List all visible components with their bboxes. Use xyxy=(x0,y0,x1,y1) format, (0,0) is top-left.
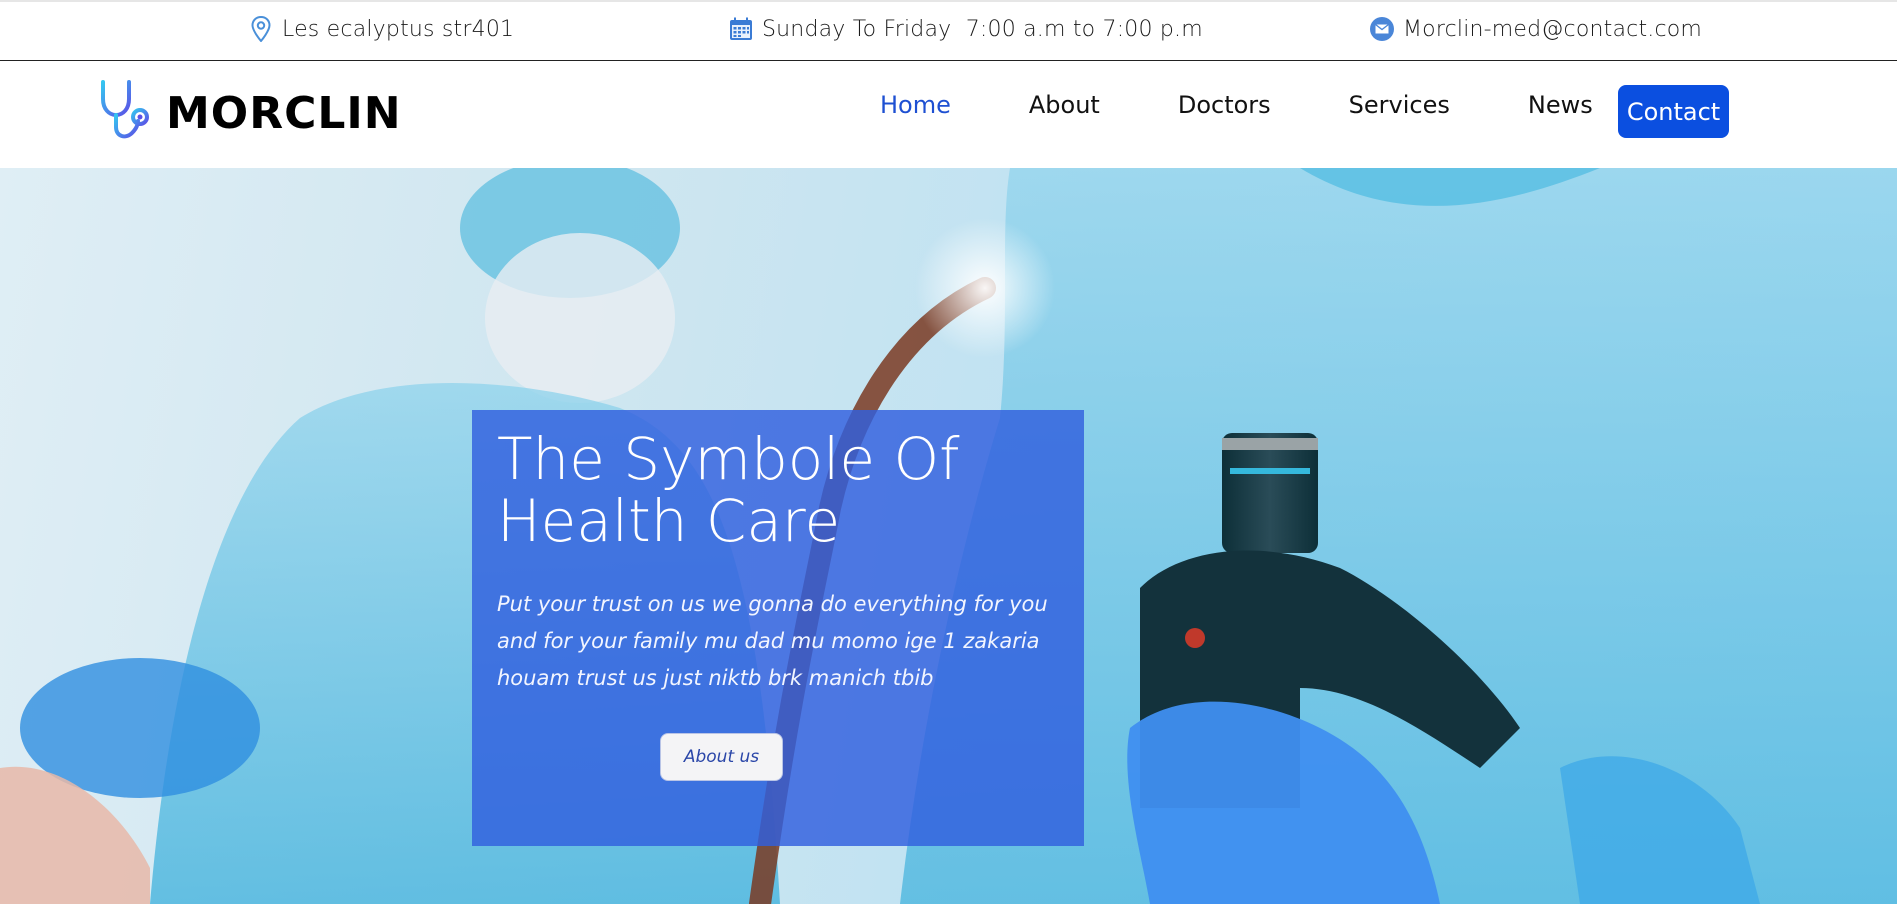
mail-icon xyxy=(1369,16,1395,42)
email-info: Morclin-med@contact.com xyxy=(1369,16,1702,42)
nav-news[interactable]: News xyxy=(1528,91,1593,119)
top-info-bar: Les ecalyptus str401 Sunday To Friday 7:… xyxy=(0,0,1897,61)
nav-doctors[interactable]: Doctors xyxy=(1178,91,1271,119)
hero-panel: The Symbole Of Health Care Put your trus… xyxy=(472,410,1084,846)
nav-about[interactable]: About xyxy=(1029,91,1100,119)
address-info: Les ecalyptus str401 xyxy=(248,16,514,42)
hero-title-line-1: The Symbole Of xyxy=(497,425,960,493)
nav-services[interactable]: Services xyxy=(1349,91,1450,119)
stethoscope-icon xyxy=(96,77,152,149)
hours-text: Sunday To Friday 7:00 a.m to 7:00 p.m xyxy=(762,16,1203,42)
nav-home[interactable]: Home xyxy=(880,91,951,119)
hours-info: Sunday To Friday 7:00 a.m to 7:00 p.m xyxy=(728,16,1203,42)
main-nav: Home About Doctors Services News xyxy=(880,91,1671,119)
address-text: Les ecalyptus str401 xyxy=(282,16,515,42)
location-pin-icon xyxy=(248,16,274,42)
hero-text-line-2: and for your family mu dad mu momo ige 1… xyxy=(497,629,1040,653)
about-us-button[interactable]: About us xyxy=(660,733,783,781)
hero-text-line-1: Put your trust on us we gonna do everyth… xyxy=(497,592,1048,616)
email-text[interactable]: Morclin-med@contact.com xyxy=(1403,17,1702,42)
hero-title: The Symbole Of Health Care xyxy=(497,428,1067,552)
brand-logo[interactable]: MORCLIN xyxy=(96,77,402,149)
contact-button[interactable]: Contact xyxy=(1618,85,1729,138)
calendar-icon xyxy=(728,16,754,42)
brand-name: MORCLIN xyxy=(166,87,402,139)
hero-section: The Symbole Of Health Care Put your trus… xyxy=(0,168,1897,904)
hero-description: Put your trust on us we gonna do everyth… xyxy=(497,586,1057,697)
navbar: MORCLIN Home About Doctors Services News… xyxy=(0,61,1897,168)
hero-text-line-3: houam trust us just niktb brk manich tbi… xyxy=(497,666,934,690)
hero-title-line-2: Health Care xyxy=(497,487,841,555)
